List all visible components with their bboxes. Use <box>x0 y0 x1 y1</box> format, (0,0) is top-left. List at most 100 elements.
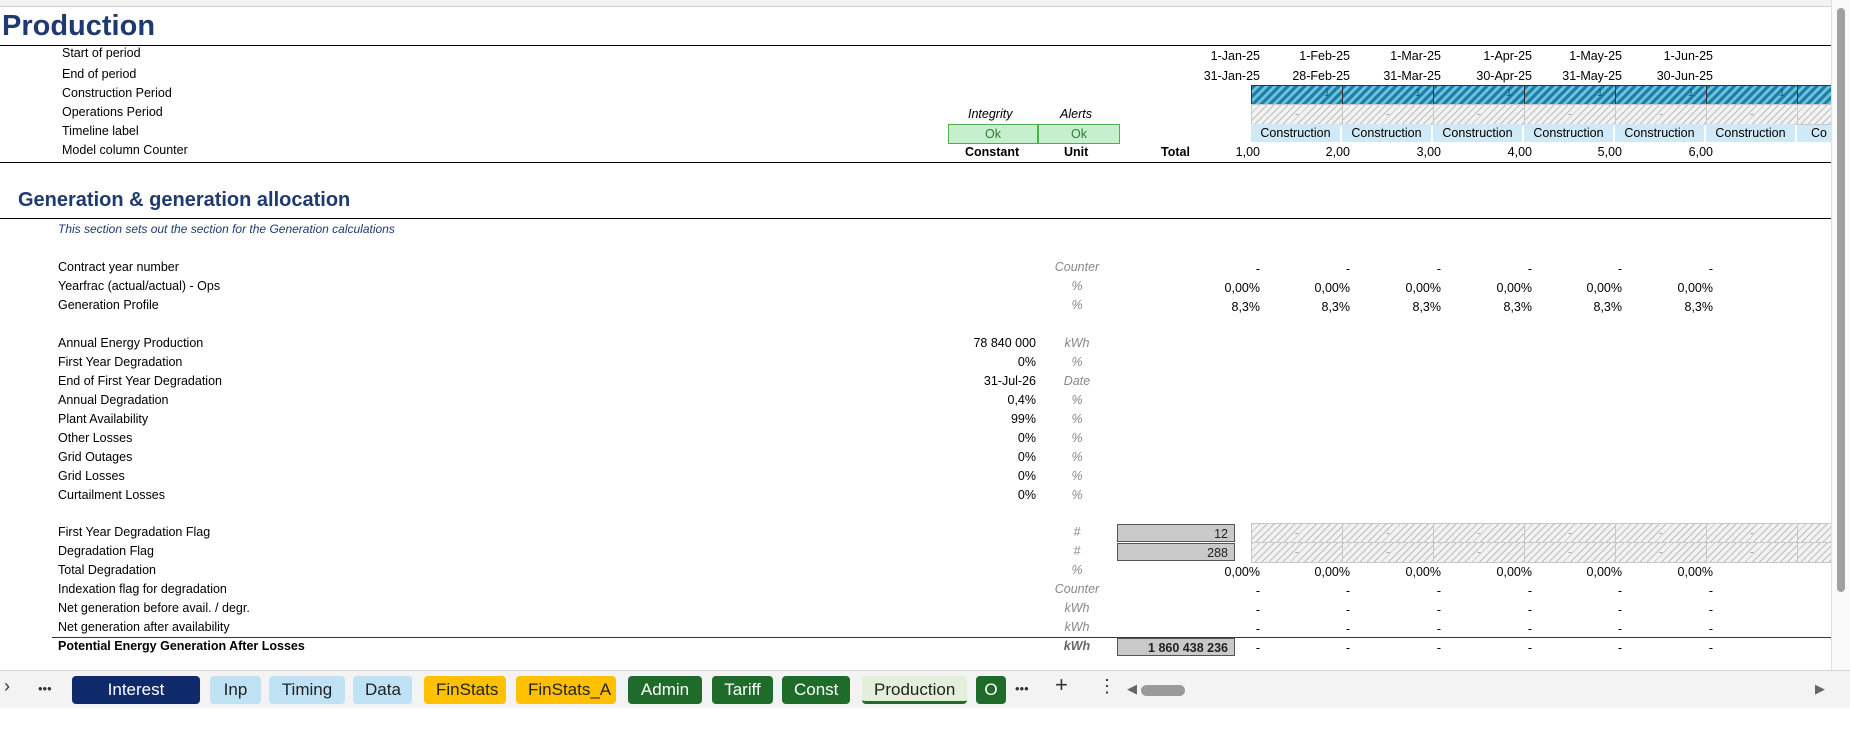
tab-more-right-icon[interactable]: ••• <box>1015 681 1029 696</box>
vertical-scrollbar[interactable] <box>1831 0 1850 670</box>
construction-flag-cell[interactable]: 1 <box>1524 85 1616 106</box>
period-value-cell[interactable]: - <box>1180 603 1260 617</box>
period-value-cell[interactable]: - <box>1270 603 1350 617</box>
period-start-date[interactable]: 1-Mar-25 <box>1361 49 1441 63</box>
period-value-cell[interactable]: - <box>1452 641 1532 655</box>
period-value-cell[interactable]: - <box>1633 641 1713 655</box>
flag-cell[interactable]: - <box>1342 523 1434 544</box>
flag-cell[interactable]: - <box>1524 523 1616 544</box>
flag-cell[interactable]: - <box>1706 523 1798 544</box>
hscroll-right-icon[interactable]: ▶ <box>1815 681 1825 697</box>
period-value-cell[interactable]: - <box>1542 262 1622 276</box>
hscroll-left-icon[interactable]: ◀ <box>1127 681 1137 697</box>
period-value-cell[interactable]: - <box>1361 603 1441 617</box>
column-counter-value[interactable]: 2,00 <box>1270 145 1350 159</box>
period-value-cell[interactable]: - <box>1633 584 1713 598</box>
flag-cell[interactable]: - <box>1524 542 1616 563</box>
row-total-cell[interactable]: 12 <box>1117 524 1235 542</box>
period-value-cell[interactable]: 0,00% <box>1180 565 1260 579</box>
period-end-date[interactable]: 30-Jun-25 <box>1633 69 1713 83</box>
sheet-tab-production[interactable]: Production <box>862 676 967 704</box>
column-counter-value[interactable]: 3,00 <box>1361 145 1441 159</box>
period-value-cell[interactable]: - <box>1452 603 1532 617</box>
period-value-cell[interactable]: - <box>1633 603 1713 617</box>
period-value-cell[interactable]: - <box>1270 262 1350 276</box>
column-counter-value[interactable]: 6,00 <box>1633 145 1713 159</box>
period-value-cell[interactable]: 0,00% <box>1542 565 1622 579</box>
column-header-strip[interactable] <box>0 0 1832 7</box>
period-value-cell[interactable]: - <box>1542 603 1622 617</box>
sheet-tab-admin[interactable]: Admin <box>628 676 702 704</box>
column-counter-value[interactable]: 5,00 <box>1542 145 1622 159</box>
constant-input-cell[interactable]: 0% <box>900 488 1036 502</box>
sheet-tab-o[interactable]: O <box>976 676 1006 704</box>
period-end-date[interactable]: 31-May-25 <box>1542 69 1622 83</box>
sheet-menu-icon[interactable]: ⋮ <box>1098 676 1116 697</box>
sheet-tab-data[interactable]: Data <box>353 676 412 704</box>
flag-cell[interactable]: - <box>1251 523 1343 544</box>
period-end-date[interactable]: 30-Apr-25 <box>1452 69 1532 83</box>
construction-flag-cell[interactable]: 1 <box>1706 85 1798 106</box>
period-value-cell[interactable]: - <box>1180 584 1260 598</box>
column-counter-value[interactable]: 1,00 <box>1180 145 1260 159</box>
construction-flag-cell[interactable]: 1 <box>1251 85 1343 106</box>
sheet-tab-const[interactable]: Const <box>782 676 850 704</box>
period-end-date[interactable]: 31-Jan-25 <box>1180 69 1260 83</box>
operations-flag-cell[interactable]: - <box>1342 104 1434 125</box>
period-value-cell[interactable]: 0,00% <box>1270 565 1350 579</box>
period-value-cell[interactable]: 8,3% <box>1270 300 1351 314</box>
flag-cell-partial[interactable] <box>1797 523 1834 544</box>
period-value-cell[interactable]: - <box>1361 262 1441 276</box>
period-end-date[interactable]: 28-Feb-25 <box>1270 69 1350 83</box>
timeline-label-cell[interactable]: Construction <box>1615 124 1704 142</box>
flag-cell[interactable]: - <box>1615 523 1707 544</box>
constant-input-cell[interactable]: 0,4% <box>900 393 1037 407</box>
period-value-cell[interactable]: - <box>1542 641 1622 655</box>
period-value-cell[interactable]: - <box>1270 641 1350 655</box>
tab-prev-icon[interactable]: › <box>4 676 10 697</box>
period-value-cell[interactable]: 0,00% <box>1452 565 1532 579</box>
constant-input-cell[interactable]: 0% <box>900 431 1036 445</box>
operations-flag-cell[interactable]: - <box>1433 104 1525 125</box>
constant-input-cell[interactable]: 31-Jul-26 <box>900 374 1036 388</box>
timeline-label-cell[interactable]: Construction <box>1251 124 1340 142</box>
period-start-date[interactable]: 1-Apr-25 <box>1452 49 1532 63</box>
period-value-cell[interactable]: - <box>1542 584 1622 598</box>
vertical-scroll-thumb[interactable] <box>1837 8 1845 592</box>
horizontal-scroll-thumb[interactable] <box>1141 685 1185 696</box>
flag-cell[interactable]: - <box>1251 542 1343 563</box>
integrity-ok-cell[interactable]: Ok <box>948 124 1038 144</box>
period-value-cell[interactable]: 0,00% <box>1180 281 1260 295</box>
sheet-tab-finstats[interactable]: FinStats <box>424 676 506 704</box>
timeline-label-cell[interactable]: Construction <box>1524 124 1613 142</box>
period-value-cell[interactable]: - <box>1633 622 1713 636</box>
period-value-cell[interactable]: 0,00% <box>1361 565 1441 579</box>
period-value-cell[interactable]: - <box>1452 584 1532 598</box>
period-value-cell[interactable]: - <box>1361 641 1441 655</box>
constant-input-cell[interactable]: 0% <box>900 355 1036 369</box>
timeline-label-cell[interactable]: Construction <box>1433 124 1522 142</box>
period-value-cell[interactable]: 0,00% <box>1633 281 1713 295</box>
period-value-cell[interactable]: - <box>1180 622 1260 636</box>
period-start-date[interactable]: 1-Feb-25 <box>1270 49 1350 63</box>
period-value-cell[interactable]: 8,3% <box>1452 300 1533 314</box>
construction-flag-cell-partial[interactable] <box>1797 85 1834 106</box>
period-value-cell[interactable]: - <box>1361 622 1441 636</box>
period-value-cell[interactable]: - <box>1270 584 1350 598</box>
period-value-cell[interactable]: 0,00% <box>1633 565 1713 579</box>
constant-input-cell[interactable]: 0% <box>900 450 1036 464</box>
construction-flag-cell[interactable]: 1 <box>1615 85 1707 106</box>
period-value-cell[interactable]: 0,00% <box>1361 281 1441 295</box>
operations-flag-cell[interactable]: - <box>1706 104 1798 125</box>
flag-cell[interactable]: - <box>1706 542 1798 563</box>
operations-flag-cell[interactable]: - <box>1524 104 1616 125</box>
period-value-cell[interactable]: 8,3% <box>1542 300 1623 314</box>
operations-flag-cell-partial[interactable] <box>1797 104 1834 125</box>
sheet-tab-interest-rates[interactable]: Interest Rates <box>72 676 200 727</box>
period-value-cell[interactable]: 0,00% <box>1270 281 1350 295</box>
period-start-date[interactable]: 1-Jun-25 <box>1633 49 1713 63</box>
period-value-cell[interactable]: - <box>1180 641 1260 655</box>
add-sheet-icon[interactable]: + <box>1055 672 1068 698</box>
sheet-tab-timing[interactable]: Timing <box>269 676 345 704</box>
period-start-date[interactable]: 1-May-25 <box>1542 49 1622 63</box>
